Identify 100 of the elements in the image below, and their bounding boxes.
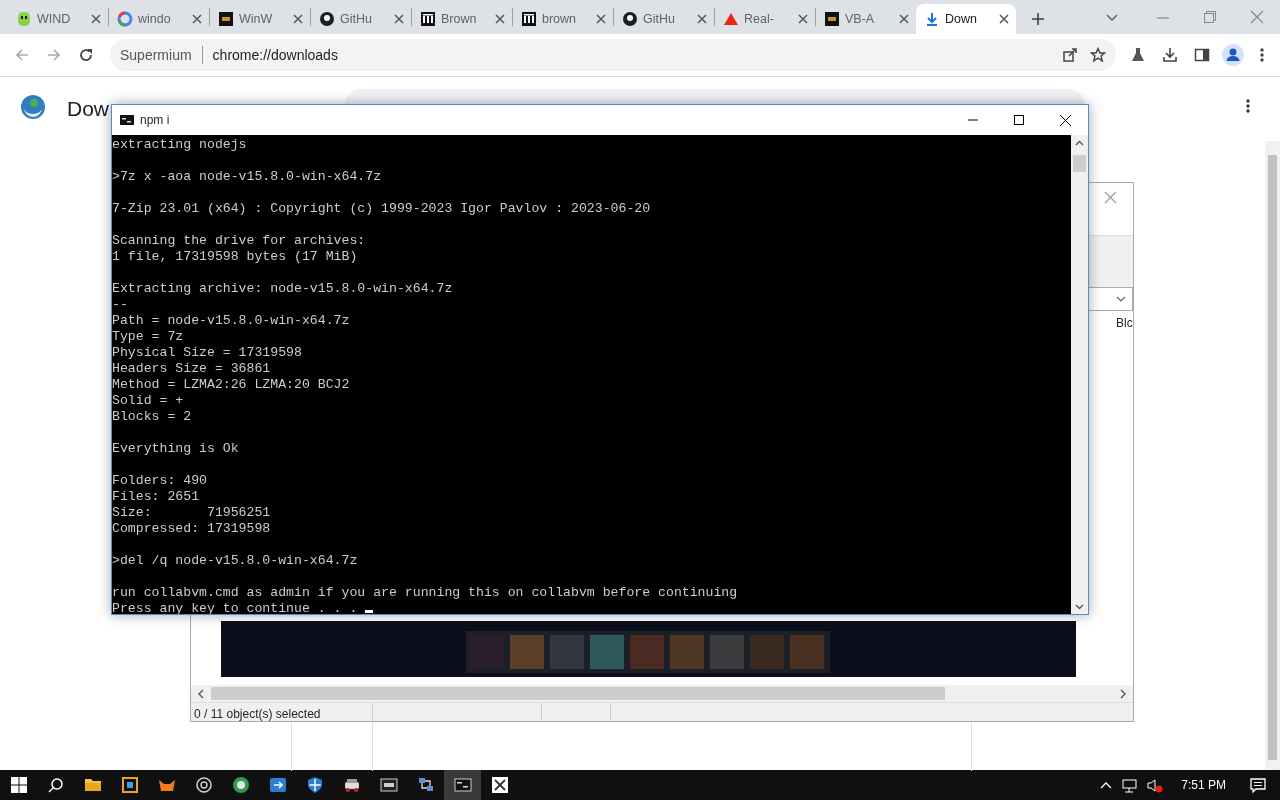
menu-icon[interactable] [1260, 47, 1264, 63]
scroll-thumb[interactable] [1268, 155, 1277, 760]
close-icon[interactable] [89, 12, 103, 26]
console-icon [453, 776, 472, 794]
scroll-left-icon[interactable] [197, 688, 205, 699]
console-line: >del /q node-v15.8.0-win-x64.7z [112, 553, 358, 568]
close-icon[interactable] [594, 12, 608, 26]
url-text: chrome://downloads [212, 45, 338, 65]
download-icon[interactable] [1162, 47, 1178, 63]
console-line: run collabvm.cmd as admin if you are running this on collabvm before continuing [112, 585, 738, 600]
close-icon[interactable] [897, 12, 911, 26]
chevron-down-icon [1116, 296, 1126, 302]
browser-tab[interactable]: GitHu [311, 4, 411, 34]
profile-icon[interactable] [1222, 44, 1244, 66]
circle-icon [622, 11, 638, 27]
archive-icon [379, 776, 398, 794]
column-header[interactable]: Blc [1116, 314, 1133, 332]
console-line: Everything is Ok [112, 441, 239, 456]
scroll-down-icon[interactable] [1075, 604, 1084, 610]
columns-icon [521, 11, 537, 27]
console-line: Size: 71956251 [112, 505, 271, 520]
toolbar-panel [1089, 235, 1133, 287]
console-taskbar-button[interactable] [444, 770, 481, 800]
console-line: 1 file, 17319598 bytes (17 MiB) [112, 249, 358, 264]
scroll-right-icon[interactable] [1119, 688, 1127, 699]
ghost-icon [16, 11, 32, 27]
square-icon [824, 11, 840, 27]
scroll-up-icon[interactable] [1075, 140, 1084, 146]
close-icon[interactable] [695, 12, 709, 26]
globe-icon [20, 94, 46, 120]
shield-icon [305, 776, 324, 794]
console-line: 7-Zip 23.01 (x64) : Copyright (c) 1999-2023 Igor Pavlov : 2023-06-20 [112, 201, 651, 216]
browser-tab[interactable]: VB-A [816, 4, 916, 34]
ring-icon [117, 11, 133, 27]
scrollbar[interactable] [1071, 135, 1088, 614]
network-icon[interactable] [1122, 777, 1138, 793]
star-icon[interactable] [1090, 47, 1106, 63]
clock[interactable]: 7:51 PM [1181, 776, 1226, 794]
maximize-icon [1014, 115, 1024, 125]
console-line: Extracting archive: node-v15.8.0-win-x64.7z [112, 281, 453, 296]
close-icon[interactable] [392, 12, 406, 26]
aperture-icon [194, 776, 213, 794]
console-line: Scanning the drive for archives: [112, 233, 366, 248]
new-tab-icon[interactable] [1030, 11, 1046, 27]
chevron-up-icon[interactable] [1100, 780, 1113, 790]
scrollbar[interactable] [191, 685, 1133, 702]
close-icon[interactable] [190, 12, 204, 26]
browser-tab[interactable]: windo [109, 4, 209, 34]
browser-tab[interactable]: GitHu [614, 4, 714, 34]
console-line: Blocks = 2 [112, 409, 192, 424]
browser-tab[interactable]: Real- [715, 4, 815, 34]
console-line: Solid = + [112, 393, 184, 408]
square-icon [218, 11, 234, 27]
side-panel-icon[interactable] [1194, 47, 1210, 63]
car-icon [342, 776, 361, 794]
search-field[interactable] [345, 89, 1085, 105]
globe-icon [231, 776, 250, 794]
tiles-icon [120, 776, 139, 794]
scissors-icon [490, 776, 509, 794]
status-text: 0 / 11 object(s) selected [194, 707, 321, 721]
scrollbar[interactable] [1265, 141, 1280, 770]
close-icon[interactable] [493, 12, 507, 26]
console-line: Headers Size = 36861 [112, 361, 271, 376]
menu-icon[interactable] [1246, 98, 1250, 114]
close-icon[interactable] [997, 12, 1011, 26]
notification-icon[interactable] [1250, 777, 1266, 793]
console-line: Type = 7z [112, 329, 184, 344]
speaker-icon[interactable] [1147, 777, 1164, 793]
folder-icon [83, 776, 102, 794]
columns-icon [420, 11, 436, 27]
console-line: Folders: 490 [112, 473, 207, 488]
share-icon[interactable] [1062, 47, 1078, 63]
browser-tab[interactable]: Down [916, 4, 1016, 34]
console-line: -- [112, 297, 128, 312]
reload-icon[interactable] [78, 47, 94, 63]
console-line: Press any key to continue . . . [112, 601, 358, 614]
page-title: Dow [67, 96, 109, 122]
circle-icon [319, 11, 335, 27]
window-title: npm i [140, 112, 170, 129]
console-line: Physical Size = 17319598 [112, 345, 302, 360]
restore-icon[interactable] [1203, 10, 1217, 24]
console-line: extracting nodejs [112, 137, 247, 152]
triangle-icon [723, 11, 739, 27]
scroll-thumb[interactable] [1073, 155, 1086, 172]
network-icon [416, 776, 435, 794]
console-line: >7z x -aoa node-v15.8.0-win-x64.7z [112, 169, 382, 184]
close-icon[interactable] [291, 12, 305, 26]
browser-tab[interactable]: brown [513, 4, 613, 34]
site-label: Supermium [120, 45, 192, 65]
browser-tab[interactable]: WIND [8, 4, 108, 34]
console-line: Method = LZMA2:26 LZMA:20 BCJ2 [112, 377, 350, 392]
flask-icon[interactable] [1130, 47, 1146, 63]
browser-tab[interactable]: Brown [412, 4, 512, 34]
scroll-thumb[interactable] [211, 687, 945, 700]
address-bar[interactable]: Supermium chrome://downloads [110, 39, 1116, 71]
console-line: Compressed: 17319598 [112, 521, 271, 536]
close-icon[interactable] [796, 12, 810, 26]
console-icon [120, 115, 134, 125]
download-icon [924, 11, 940, 27]
browser-tab[interactable]: WinW [210, 4, 310, 34]
